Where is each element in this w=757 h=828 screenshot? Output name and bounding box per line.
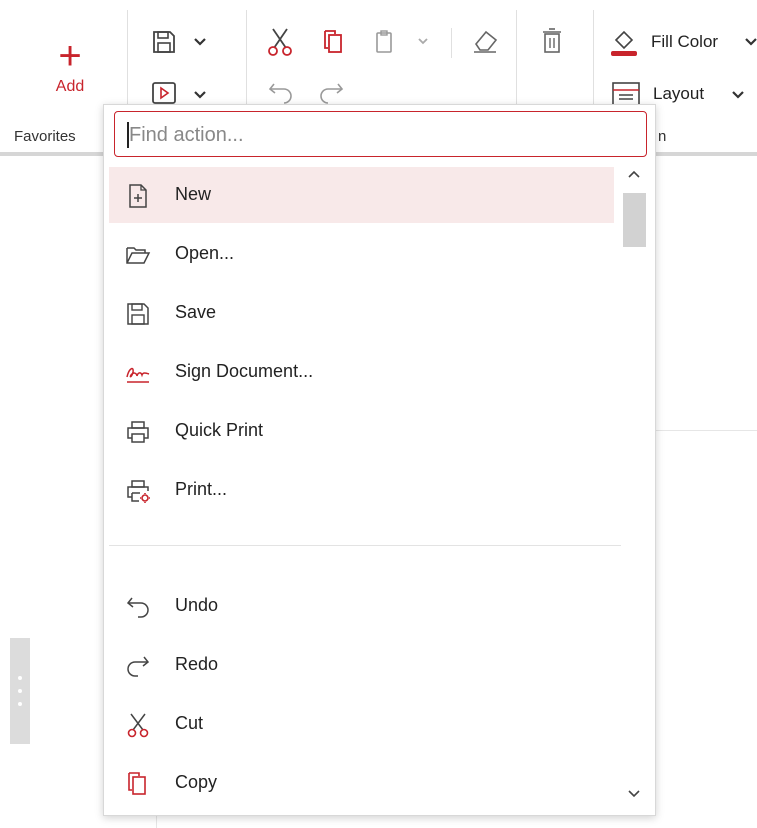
find-action-input[interactable] — [127, 118, 631, 152]
action-item-redo[interactable]: Redo — [109, 637, 614, 693]
action-label: Redo — [175, 654, 219, 674]
signature-icon — [126, 367, 150, 383]
redo-icon — [127, 656, 150, 677]
action-label: Quick Print — [175, 420, 264, 440]
save-icon — [127, 303, 149, 325]
new-file-icon — [129, 184, 147, 208]
find-action-search[interactable] — [114, 111, 647, 157]
undo-icon[interactable] — [268, 80, 294, 104]
page-divider — [655, 430, 757, 431]
action-label: New — [175, 184, 212, 204]
save-icon[interactable] — [150, 28, 178, 56]
add-button[interactable]: + Add — [40, 36, 100, 108]
text-caret — [127, 122, 129, 148]
action-item-cut[interactable]: Cut — [109, 696, 614, 752]
trash-icon[interactable] — [538, 26, 566, 58]
chevron-down-icon[interactable] — [417, 37, 429, 46]
action-label: Save — [175, 302, 217, 322]
find-action-dropdown: New Open... Save Sign Document... Quick … — [103, 104, 656, 816]
action-label: Copy — [175, 772, 218, 792]
action-item-print[interactable]: Print... — [109, 462, 614, 518]
chevron-down-icon[interactable] — [731, 90, 745, 100]
scissors-icon[interactable] — [266, 26, 294, 58]
chevron-down-icon[interactable] — [744, 37, 757, 47]
eraser-icon[interactable] — [470, 26, 500, 56]
action-label: Open... — [175, 243, 235, 263]
grip-dot — [18, 702, 22, 706]
redo-icon[interactable] — [318, 80, 344, 104]
layout-label[interactable]: Layout — [653, 84, 704, 104]
group-label-partial: n — [658, 128, 667, 145]
paste-icon[interactable] — [372, 28, 398, 56]
ribbon-separator — [451, 28, 452, 58]
copy-icon[interactable] — [320, 28, 346, 56]
plus-icon: + — [58, 34, 82, 78]
undo-icon — [126, 597, 149, 618]
print-settings-icon — [127, 480, 150, 503]
folder-open-icon — [126, 247, 151, 264]
menu-divider — [109, 545, 621, 546]
action-label: Print... — [175, 479, 228, 499]
action-label: Cut — [175, 713, 204, 733]
dropdown-scrollbar[interactable] — [621, 165, 647, 809]
scissors-icon — [127, 713, 149, 738]
action-item-open[interactable]: Open... — [109, 226, 614, 282]
copy-icon — [128, 772, 146, 795]
chevron-down-icon[interactable] — [626, 787, 642, 801]
action-item-sign-document[interactable]: Sign Document... — [109, 344, 614, 400]
chevron-down-icon[interactable] — [193, 37, 207, 47]
action-item-copy[interactable]: Copy — [109, 755, 614, 811]
fill-color-label[interactable]: Fill Color — [651, 32, 718, 52]
chevron-down-icon[interactable] — [193, 90, 207, 100]
favorites-group-label: Favorites — [14, 128, 76, 145]
grip-dot — [18, 676, 22, 680]
action-item-save[interactable]: Save — [109, 285, 614, 341]
action-label: Sign Document... — [175, 361, 314, 381]
action-item-new[interactable]: New — [109, 167, 614, 223]
add-label: Add — [55, 78, 85, 95]
fill-color-icon[interactable] — [608, 26, 640, 58]
action-label: Undo — [175, 595, 219, 615]
action-item-undo[interactable]: Undo — [109, 578, 614, 634]
side-panel-grip[interactable] — [10, 638, 30, 744]
slideshow-icon[interactable] — [150, 80, 178, 106]
chevron-up-icon[interactable] — [626, 167, 642, 181]
grip-dot — [18, 689, 22, 693]
action-item-quick-print[interactable]: Quick Print — [109, 403, 614, 459]
scrollbar-thumb[interactable] — [623, 193, 646, 247]
printer-icon — [127, 421, 149, 443]
